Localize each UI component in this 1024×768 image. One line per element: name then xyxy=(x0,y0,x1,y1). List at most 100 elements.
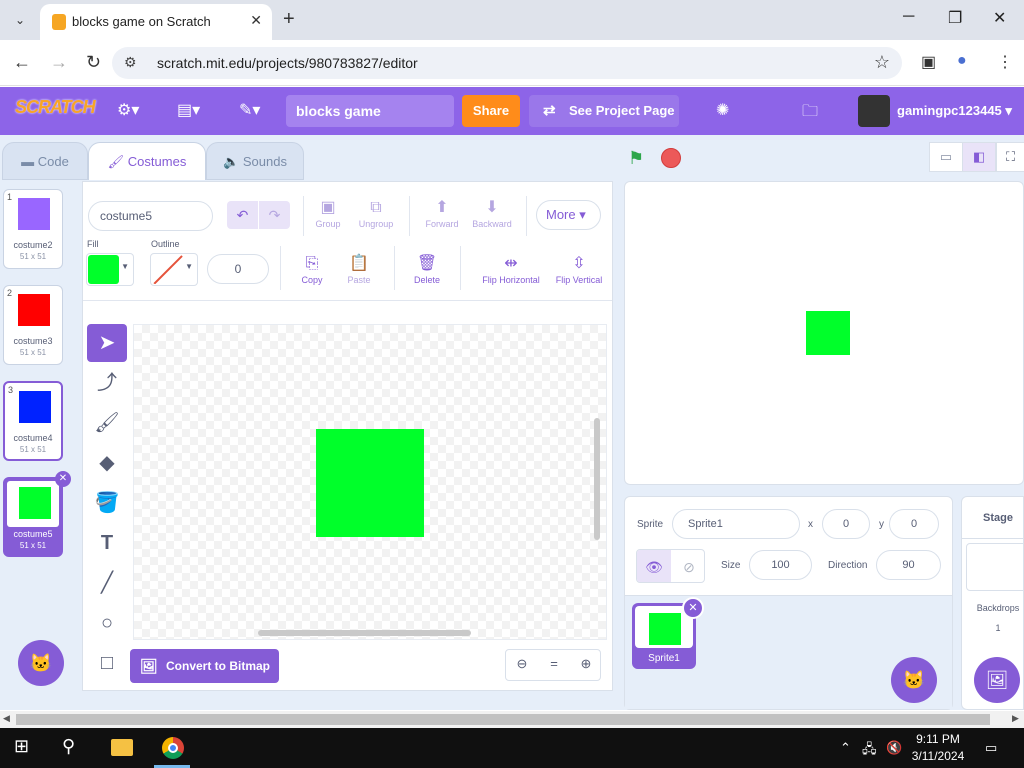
outline-color-picker[interactable]: ▼ xyxy=(150,253,198,286)
bookmark-star-icon[interactable]: ☆ xyxy=(874,52,890,73)
see-project-page-button[interactable]: ⇄ See Project Page xyxy=(529,95,679,127)
reshape-tool-icon[interactable]: ⤴ xyxy=(87,364,127,402)
flip-horizontal-button[interactable]: ⇹ Flip Horizontal xyxy=(477,253,545,285)
volume-muted-icon[interactable]: 🔇 xyxy=(886,740,902,756)
choose-costume-button[interactable]: 🐱 xyxy=(18,640,64,686)
convert-to-bitmap-button[interactable]: 🖼 Convert to Bitmap xyxy=(130,649,279,683)
windows-start-icon[interactable]: ⊞ xyxy=(14,736,29,757)
costume-item[interactable]: 2 costume3 51 x 51 xyxy=(3,285,63,365)
my-stuff-folder-icon[interactable]: 🗀 xyxy=(802,100,818,127)
settings-gear-icon[interactable]: ⚙▾ xyxy=(117,100,139,120)
more-dropdown[interactable]: More ▾ xyxy=(536,200,601,230)
group-button[interactable]: ▣ Group xyxy=(311,197,345,229)
chrome-icon[interactable] xyxy=(162,737,184,759)
user-avatar[interactable] xyxy=(858,95,890,127)
forward-button[interactable]: ⬆ Forward xyxy=(419,197,465,229)
chrome-menu-icon[interactable]: ⋮ xyxy=(997,52,1013,72)
green-flag-icon[interactable]: ⚑ xyxy=(628,148,644,169)
forward-icon[interactable]: → xyxy=(50,52,68,72)
scrollbar-thumb[interactable] xyxy=(16,714,990,725)
scroll-left-icon[interactable]: ◀ xyxy=(3,713,10,724)
text-tool-icon[interactable]: T xyxy=(87,524,127,562)
side-panel-icon[interactable]: ▣ xyxy=(921,52,936,72)
show-eye-icon[interactable]: 👁 xyxy=(637,550,671,582)
restore-icon[interactable]: ❐ xyxy=(948,8,962,28)
system-clock[interactable]: 9:11 PM 3/11/2024 xyxy=(908,731,968,765)
undo-icon[interactable]: ↶ xyxy=(227,201,258,229)
fill-color-picker[interactable]: ▼ xyxy=(86,253,134,286)
copy-button[interactable]: ⎘ Copy xyxy=(295,253,329,285)
stage-sprite[interactable] xyxy=(806,311,850,355)
scratch-logo[interactable]: SCRATCH xyxy=(15,97,96,118)
omnibox[interactable]: ⚙ scratch.mit.edu/projects/980783827/edi… xyxy=(112,47,902,79)
share-button[interactable]: Share xyxy=(462,95,520,127)
username[interactable]: gamingpc123445 ▾ xyxy=(897,103,1012,119)
back-icon[interactable]: ← xyxy=(13,52,31,72)
browser-tab[interactable]: blocks game on Scratch ✕ xyxy=(40,4,272,40)
page-horizontal-scrollbar[interactable]: ◀ ▶ xyxy=(0,711,1024,728)
fullscreen-icon[interactable]: ⛶ xyxy=(996,142,1024,172)
zoom-reset-button[interactable]: = xyxy=(538,656,570,671)
costume-item[interactable]: 1 costume2 51 x 51 xyxy=(3,189,63,269)
direction-input[interactable]: 90 xyxy=(876,550,941,580)
tab-code[interactable]: ▬ Code xyxy=(2,142,88,180)
rectangle-tool-icon[interactable]: □ xyxy=(87,644,127,682)
stage-selector-pane[interactable]: Stage Backdrops 1 🖼 xyxy=(961,496,1024,710)
outline-width-input[interactable]: 0 xyxy=(207,254,269,284)
costume-name-input[interactable]: costume5 xyxy=(88,201,213,231)
zoom-out-icon[interactable]: ⊖ xyxy=(506,656,538,672)
size-input[interactable]: 100 xyxy=(749,550,812,580)
stage-canvas[interactable] xyxy=(624,181,1024,485)
delete-sprite-icon[interactable]: ✕ xyxy=(682,597,704,619)
zoom-in-icon[interactable]: ⊕ xyxy=(570,656,602,672)
delete-costume-icon[interactable]: ✕ xyxy=(55,471,71,487)
backward-button[interactable]: ⬇ Backward xyxy=(467,197,517,229)
choose-backdrop-button[interactable]: 🖼 xyxy=(974,657,1020,703)
eraser-tool-icon[interactable]: ◆ xyxy=(87,444,127,482)
tab-sounds[interactable]: 🔈 Sounds xyxy=(206,142,304,180)
tab-search-icon[interactable]: ⌄ xyxy=(8,8,32,32)
line-tool-icon[interactable]: ╱ xyxy=(87,564,127,602)
site-info-icon[interactable]: ⚙ xyxy=(124,54,137,71)
sprite-tile[interactable]: Sprite1 ✕ xyxy=(632,597,704,669)
tab-costumes[interactable]: 🖌 Costumes xyxy=(88,142,206,180)
costume-item-selected[interactable]: 4 costume5 51 x 51 ✕ xyxy=(3,471,71,557)
network-icon[interactable]: 🖧 xyxy=(862,740,877,762)
sprite-name-input[interactable]: Sprite1 xyxy=(672,509,800,539)
delete-button[interactable]: 🗑 Delete xyxy=(409,253,445,285)
costume-square-shape[interactable] xyxy=(316,429,424,537)
search-icon[interactable]: ⚲ xyxy=(62,736,75,757)
brush-tool-icon[interactable]: 🖌 xyxy=(87,404,127,442)
minimize-icon[interactable]: ─ xyxy=(903,8,914,26)
edit-menu-icon[interactable]: ✎▾ xyxy=(239,100,260,120)
tray-chevron-up-icon[interactable]: ⌃ xyxy=(840,740,851,756)
new-tab-button[interactable]: + xyxy=(283,8,295,30)
project-title-input[interactable]: blocks game xyxy=(286,95,454,127)
flip-vertical-button[interactable]: ⇳ Flip Vertical xyxy=(551,253,607,285)
url-text[interactable]: scratch.mit.edu/projects/980783827/edito… xyxy=(157,55,418,71)
costume-item[interactable]: 3 costume4 51 x 51 xyxy=(3,381,63,461)
paint-canvas[interactable] xyxy=(133,324,607,640)
paste-button[interactable]: 📋 Paste xyxy=(341,253,377,285)
close-tab-icon[interactable]: ✕ xyxy=(250,12,262,29)
x-input[interactable]: 0 xyxy=(822,509,870,539)
redo-icon[interactable]: ↷ xyxy=(259,201,290,229)
profile-icon[interactable]: ● xyxy=(957,52,967,70)
fill-tool-icon[interactable]: 🪣 xyxy=(87,484,127,522)
y-input[interactable]: 0 xyxy=(889,509,939,539)
file-explorer-icon[interactable] xyxy=(111,739,133,756)
scroll-right-icon[interactable]: ▶ xyxy=(1012,713,1019,724)
file-menu-icon[interactable]: ▤▾ xyxy=(177,100,200,120)
ungroup-button[interactable]: ⧉ Ungroup xyxy=(353,197,399,229)
hide-eye-icon[interactable]: ⊘ xyxy=(672,550,704,582)
circle-tool-icon[interactable]: ○ xyxy=(87,604,127,642)
small-stage-icon[interactable]: ▭ xyxy=(929,142,963,172)
stop-sign-icon[interactable] xyxy=(661,148,681,168)
normal-stage-icon[interactable]: ◧ xyxy=(962,142,996,172)
canvas-vertical-scrollbar[interactable] xyxy=(594,418,600,540)
notifications-icon[interactable]: ▭ xyxy=(985,740,997,756)
close-window-icon[interactable]: ✕ xyxy=(993,8,1006,28)
reload-icon[interactable]: ↻ xyxy=(86,52,101,72)
select-tool-icon[interactable]: ➤ xyxy=(87,324,127,362)
tutorials-lightbulb-icon[interactable]: ✺ xyxy=(716,100,729,120)
